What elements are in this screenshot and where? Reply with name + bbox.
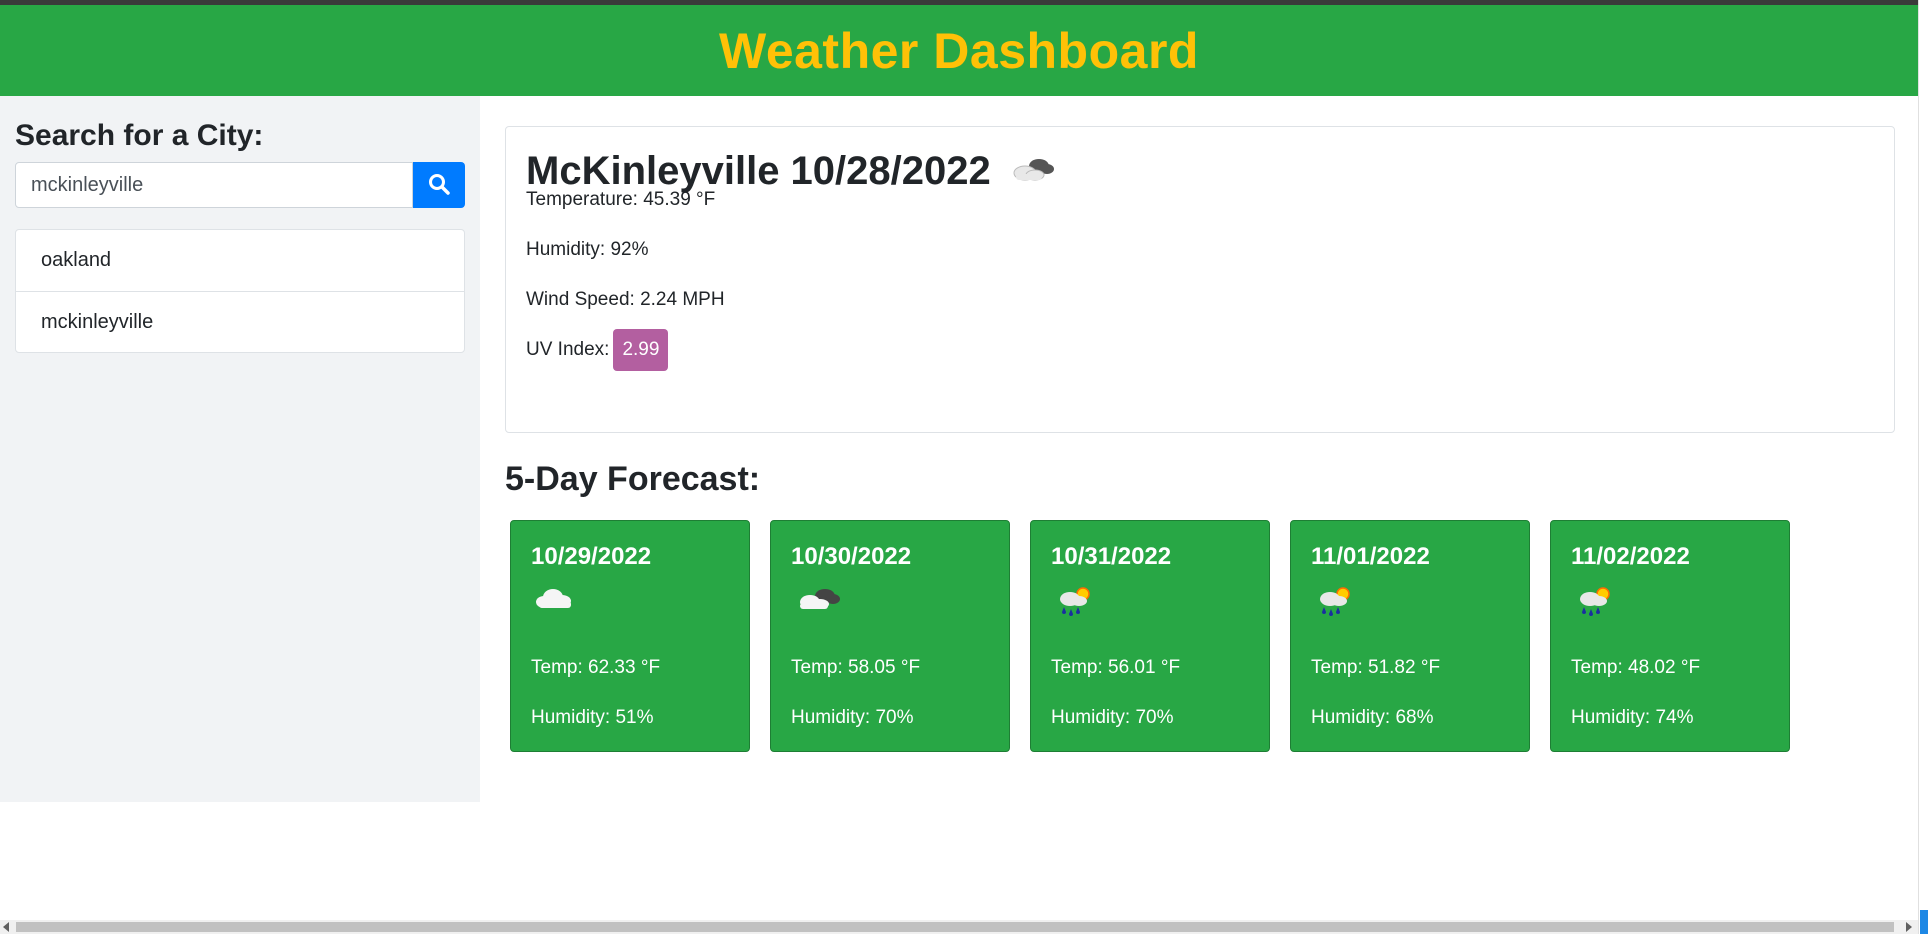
- forecast-date: 11/01/2022: [1311, 543, 1430, 570]
- forecast-card: 10/30/2022 Temp: 58.05 °F Humidity: 70%: [770, 520, 1010, 752]
- forecast-temp: Temp: 56.01 °F: [1051, 657, 1181, 678]
- overcast-cloud-icon: [795, 585, 841, 618]
- horizontal-scroll-thumb[interactable]: [16, 922, 1894, 932]
- current-temperature: Temperature: 45.39 °F: [526, 189, 716, 210]
- forecast-humidity: Humidity: 74%: [1571, 707, 1694, 728]
- forecast-humidity: Humidity: 70%: [1051, 707, 1174, 728]
- sun-rain-icon: [1315, 585, 1355, 624]
- forecast-humidity: Humidity: 70%: [791, 707, 914, 728]
- forecast-humidity: Humidity: 51%: [531, 707, 654, 728]
- current-weather-title: McKinleyville 10/28/2022: [526, 149, 1055, 194]
- horizontal-scrollbar[interactable]: [0, 920, 1918, 934]
- scroll-right-arrow-icon[interactable]: [1906, 922, 1912, 932]
- forecast-temp: Temp: 58.05 °F: [791, 657, 921, 678]
- scrollbar-marker: [1920, 910, 1928, 934]
- current-humidity: Humidity: 92%: [526, 239, 649, 260]
- sun-rain-icon: [1575, 585, 1615, 624]
- forecast-cards: 10/29/2022 Temp: 62.33 °F Humidity: 51% …: [510, 520, 1790, 752]
- app-header: Weather Dashboard: [0, 5, 1918, 96]
- history-item-oakland[interactable]: oakland: [16, 230, 464, 291]
- forecast-date: 10/29/2022: [531, 543, 652, 570]
- current-city-date: McKinleyville 10/28/2022: [526, 149, 991, 193]
- vertical-scrollbar[interactable]: [1918, 0, 1928, 934]
- forecast-humidity: Humidity: 68%: [1311, 707, 1434, 728]
- forecast-temp: Temp: 48.02 °F: [1571, 657, 1701, 678]
- current-wind-speed: Wind Speed: 2.24 MPH: [526, 289, 725, 310]
- search-history-list: oakland mckinleyville: [15, 229, 465, 353]
- forecast-card: 10/31/2022 Temp: 56.01 °F Humidity: 70%: [1030, 520, 1270, 752]
- forecast-temp: Temp: 51.82 °F: [1311, 657, 1441, 678]
- forecast-card: 11/02/2022 Temp: 48.02 °F Humidity: 74%: [1550, 520, 1790, 752]
- forecast-date: 10/31/2022: [1051, 543, 1172, 570]
- forecast-heading: 5-Day Forecast:: [505, 460, 761, 498]
- search-button[interactable]: [413, 162, 465, 208]
- page-title: Weather Dashboard: [719, 22, 1199, 79]
- forecast-card: 11/01/2022 Temp: 51.82 °F Humidity: 68%: [1290, 520, 1530, 752]
- forecast-date: 10/30/2022: [791, 543, 912, 570]
- uv-label: UV Index:: [526, 339, 610, 360]
- search-heading: Search for a City:: [15, 119, 264, 152]
- sidebar: Search for a City: oakland mckinleyville: [0, 96, 480, 802]
- current-uv-row: UV Index: 2.99: [526, 329, 669, 371]
- history-item-mckinleyville[interactable]: mckinleyville: [16, 291, 464, 352]
- current-weather-card: McKinleyville 10/28/2022 Temperature: 45…: [505, 126, 1895, 433]
- cloud-icon: [535, 585, 575, 616]
- city-search-input[interactable]: [15, 162, 413, 208]
- search-icon: [428, 173, 450, 198]
- forecast-temp: Temp: 62.33 °F: [531, 657, 661, 678]
- sun-rain-icon: [1055, 585, 1095, 624]
- uv-index-badge: 2.99: [613, 329, 669, 371]
- cloudy-icon: [1009, 149, 1055, 194]
- forecast-card: 10/29/2022 Temp: 62.33 °F Humidity: 51%: [510, 520, 750, 752]
- forecast-date: 11/02/2022: [1571, 543, 1690, 570]
- scroll-left-arrow-icon[interactable]: [3, 922, 9, 932]
